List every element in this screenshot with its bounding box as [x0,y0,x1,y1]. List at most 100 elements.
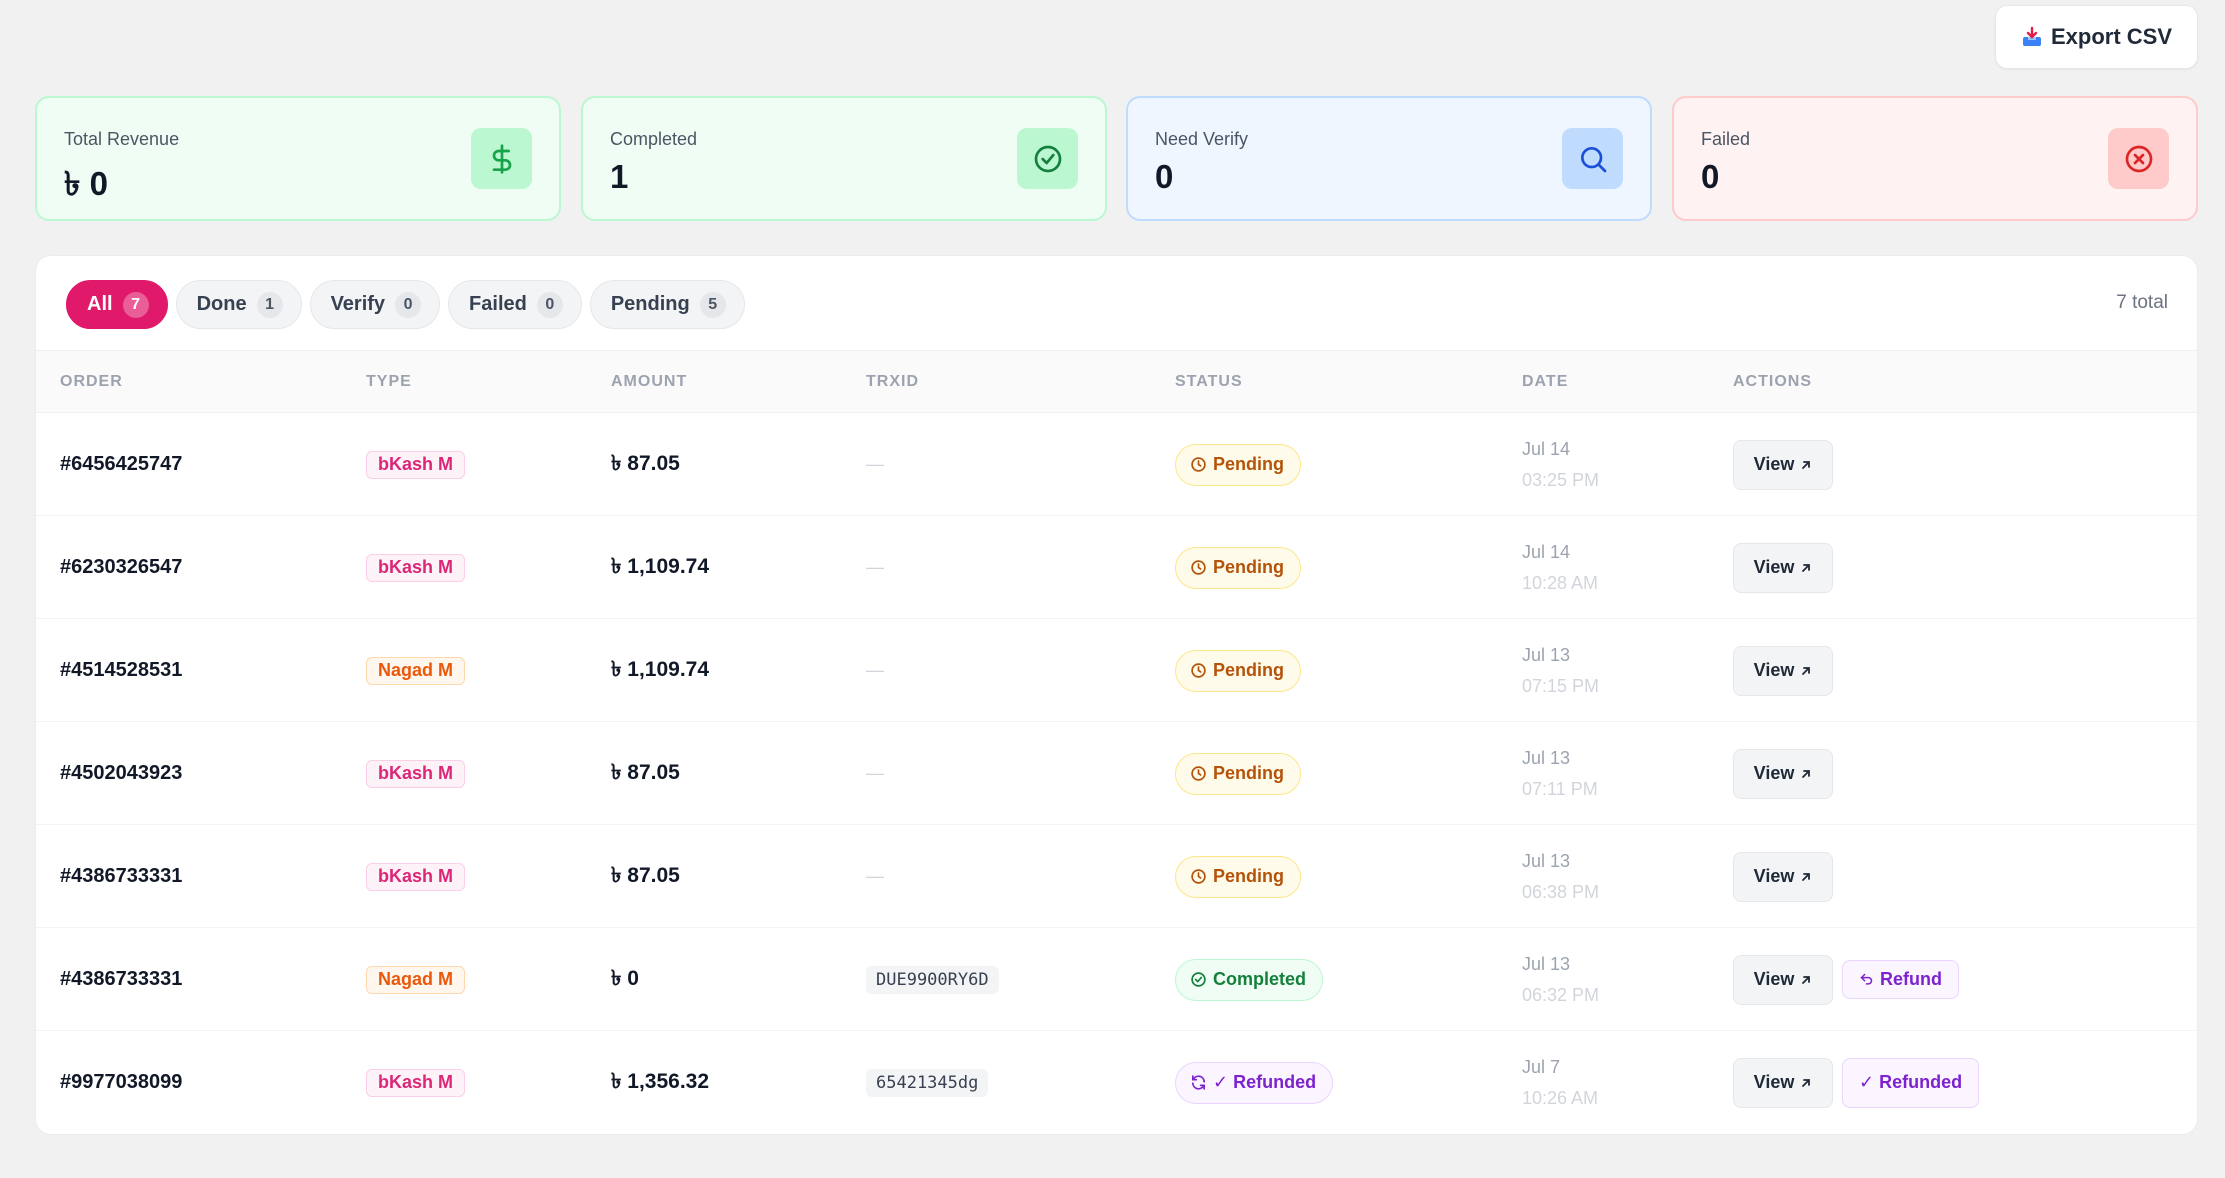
date: Jul 13 [1522,850,1571,871]
trxid-empty: — [866,660,884,680]
trxid-code: 65421345dg [866,1068,989,1097]
tab-done[interactable]: Done 1 [175,280,302,329]
type-badge: Nagad M [366,656,466,685]
view-button[interactable]: View [1733,645,1833,696]
arrow-up-right-icon [1802,1078,1811,1087]
type-badge: bKash M [366,450,466,479]
view-button[interactable]: View [1733,542,1833,593]
status-badge: Completed [1175,958,1324,1001]
status-badge: Pending [1175,752,1301,795]
date: Jul 13 [1522,953,1571,974]
filter-tabs: All 7 Done 1 Verify 0 Failed 0 Pending 5 [66,280,745,329]
table-row: #9977038099 bKash M ৳ 1,356.32 65421345d… [36,1031,2197,1134]
stat-card-completed: Completed 1 [581,96,1107,221]
order-id: #4386733331 [60,865,183,887]
order-id: #6456425747 [60,453,183,475]
view-label: View [1753,557,1795,577]
view-label: View [1753,660,1795,680]
arrow-up-right-icon [1802,460,1811,469]
type-badge: bKash M [366,862,466,891]
stat-card-failed: Failed 0 [1672,96,2198,221]
trxid-empty: — [866,454,884,474]
date: Jul 7 [1522,1056,1561,1077]
export-csv-label: Export CSV [2050,24,2173,49]
view-button[interactable]: View [1733,748,1833,799]
arrow-up-right-icon [1802,563,1811,572]
table-row: #4514528531 Nagad M ৳ 1,109.74 — Pending… [36,619,2197,722]
export-csv-button[interactable]: Export CSV [1995,5,2198,69]
stats-row: Total Revenue ৳ 0 Completed 1 Need Verif… [35,96,2198,221]
search-icon [1562,128,1623,189]
tab-verify[interactable]: Verify 0 [309,280,441,329]
view-button[interactable]: View [1733,954,1833,1005]
view-label: View [1753,969,1795,989]
time: 06:32 PM [1522,984,1600,1005]
type-badge: Nagad M [366,965,466,994]
order-id: #4386733331 [60,968,183,990]
tab-label: Verify [330,293,386,315]
inbox-tray-icon [2021,26,2043,48]
tab-label: Pending [610,293,690,315]
time: 07:11 PM [1522,778,1598,799]
refresh-icon [1191,1075,1206,1090]
amount: ৳ 1,109.74 [611,555,710,578]
x-circle-icon [2108,128,2169,189]
status-badge: Pending [1175,443,1301,486]
tab-all[interactable]: All 7 [66,280,168,329]
view-button[interactable]: View [1733,851,1833,902]
status-label: Pending [1213,557,1284,577]
arrow-up-right-icon [1802,666,1811,675]
column-header-date: DATE [1522,373,1569,390]
table-row: #4386733331 bKash M ৳ 87.05 — Pending Ju… [36,825,2197,928]
stat-label: Total Revenue [64,129,180,149]
date: Jul 14 [1522,541,1571,562]
stat-label: Need Verify [1155,129,1249,149]
stat-value: 1 [610,158,629,195]
clock-icon [1191,457,1206,472]
stat-card-need-verify: Need Verify 0 [1126,96,1652,221]
refunded-indicator: ✓ Refunded [1842,1057,1980,1108]
trxid-empty: — [866,557,884,577]
column-header-type: TYPE [366,373,412,390]
refund-button[interactable]: Refund [1842,960,1959,999]
tab-pending[interactable]: Pending 5 [589,280,745,329]
refunded-label: ✓ Refunded [1859,1072,1963,1092]
clock-icon [1191,663,1206,678]
tab-count: 5 [699,291,726,318]
amount: ৳ 87.05 [611,452,680,475]
order-id: #4514528531 [60,659,183,681]
amount: ৳ 1,109.74 [611,658,710,681]
date: Jul 14 [1522,438,1571,459]
tab-count: 0 [395,291,422,318]
amount: ৳ 87.05 [611,761,680,784]
stat-label: Failed [1701,129,1751,149]
view-button[interactable]: View [1733,1057,1833,1108]
table-row: #4502043923 bKash M ৳ 87.05 — Pending Ju… [36,722,2197,825]
payments-card: All 7 Done 1 Verify 0 Failed 0 Pending 5… [35,255,2198,1135]
clock-icon [1191,766,1206,781]
column-header-status: STATUS [1175,373,1243,390]
tab-label: Done [196,293,247,315]
time: 10:26 AM [1522,1087,1599,1108]
clock-icon [1191,869,1206,884]
check-circle-icon [1191,972,1206,987]
status-label: Pending [1213,763,1284,783]
status-label: Pending [1213,866,1284,886]
table-row: #6456425747 bKash M ৳ 87.05 — Pending Ju… [36,413,2197,516]
stat-label: Completed [610,129,698,149]
trxid-empty: — [866,866,884,886]
view-label: View [1753,763,1795,783]
stat-value: ৳ 0 [64,165,108,202]
tab-failed[interactable]: Failed 0 [448,280,582,329]
stat-value: 0 [1155,158,1174,195]
arrow-up-right-icon [1802,975,1811,984]
arrow-up-right-icon [1802,872,1811,881]
tab-count: 7 [122,291,149,318]
date: Jul 13 [1522,747,1571,768]
status-badge: ✓ Refunded [1175,1061,1334,1104]
amount: ৳ 87.05 [611,864,680,887]
arrow-up-right-icon [1802,769,1811,778]
view-button[interactable]: View [1733,439,1833,490]
tab-count: 1 [256,291,283,318]
status-label: Completed [1213,969,1307,989]
